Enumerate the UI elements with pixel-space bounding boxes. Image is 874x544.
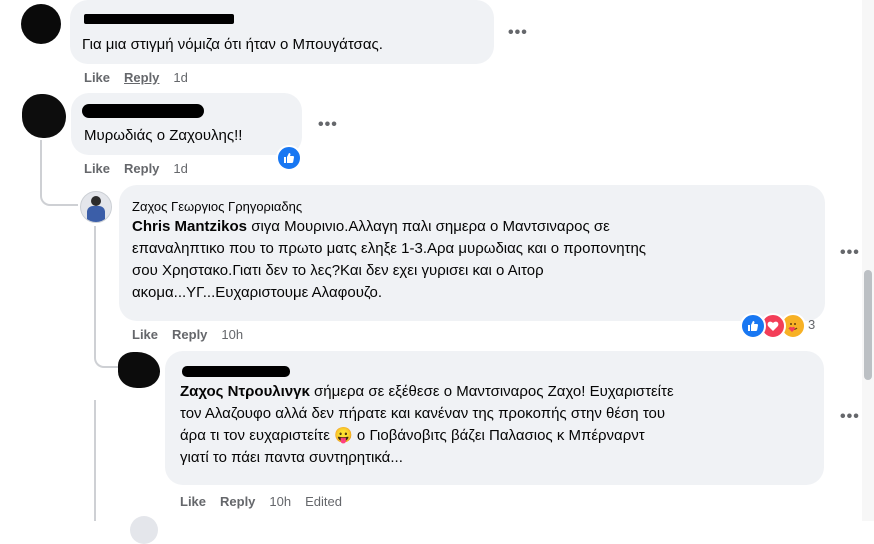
redacted-author-name	[82, 104, 204, 118]
comment-actions: Like Reply 10h	[132, 327, 257, 342]
like-button[interactable]: Like	[132, 327, 158, 342]
timestamp[interactable]: 10h	[269, 494, 291, 509]
comment-text-line: επαναληπτικο που το πρωτο ματς εληξε 1-3…	[132, 240, 647, 257]
tongue-emoji: 😛	[334, 427, 353, 444]
avatar[interactable]	[80, 191, 112, 223]
reply-button[interactable]: Reply	[124, 161, 159, 176]
timestamp[interactable]: 1d	[173, 70, 187, 85]
comment-text-line: άρα τι τον ευχαριστείτε	[180, 427, 330, 444]
thread-line	[94, 400, 96, 521]
reply-button[interactable]: Reply	[124, 70, 159, 85]
timestamp[interactable]: 1d	[173, 161, 187, 176]
more-options-button[interactable]: •••	[508, 24, 528, 42]
scrollbar-track[interactable]	[862, 0, 874, 521]
thread-line	[40, 140, 78, 206]
comment-text: Μυρωδιάς ο Ζαχουλης!!	[84, 127, 243, 144]
comment-text-line: τον Αλαζουφο αλλά δεν πήρατε και κανέναν…	[180, 405, 666, 422]
avatar[interactable]	[118, 352, 160, 388]
comment-author[interactable]: Ζαχος Γεωργιος Γρηγοριαδης	[132, 199, 302, 214]
comment-text-line: ο Γιοβάνοβιτς βάζει Παλασιος κ Μπέρναρντ	[352, 427, 645, 444]
avatar[interactable]	[22, 94, 66, 138]
comment-actions: Like Reply 1d	[84, 161, 202, 176]
scrollbar-thumb[interactable]	[864, 270, 872, 380]
reaction-count: 3	[808, 317, 816, 332]
like-reaction-icon	[740, 313, 766, 339]
like-button[interactable]: Like	[84, 70, 110, 85]
more-options-button[interactable]: •••	[840, 408, 860, 426]
reply-button[interactable]: Reply	[172, 327, 207, 342]
redacted-author-name	[84, 14, 234, 24]
thread-line	[94, 226, 122, 368]
more-options-button[interactable]: •••	[840, 244, 860, 262]
comment-text: Chris Mantzikos σιγα Μουρινιο.Αλλαγη παλ…	[132, 216, 822, 304]
comment-text: Ζαχος Ντρουλινγκ σήμερα σε εξέθεσε ο Μαν…	[180, 381, 820, 469]
comment-text-line: ακομα...ΥΓ...Ευχαριστουμε Αλαφουζο.	[132, 284, 383, 301]
like-button[interactable]: Like	[180, 494, 206, 509]
comment-text: Για μια στιγμή νόμιζα ότι ήταν ο Μπουγάτ…	[82, 36, 383, 53]
edited-label: Edited	[305, 494, 342, 509]
like-button[interactable]: Like	[84, 161, 110, 176]
like-reaction-icon[interactable]	[276, 145, 302, 171]
more-options-button[interactable]: •••	[318, 116, 338, 134]
redacted-author-name	[182, 366, 290, 377]
mention-link[interactable]: Ζαχος Ντρουλινγκ	[180, 383, 310, 400]
comment-text-line: σιγα Μουρινιο.Αλλαγη παλι σημερα ο Μαντσ…	[247, 218, 610, 235]
comment-text-line: σου Χρηστακο.Γιατι δεν το λες?Και δεν εχ…	[132, 262, 544, 279]
avatar[interactable]	[130, 516, 158, 544]
reply-button[interactable]: Reply	[220, 494, 255, 509]
comment-text-line: γιατί το πάει παντα συντηρητικά...	[180, 449, 403, 466]
timestamp[interactable]: 10h	[221, 327, 243, 342]
comment-text-line: σήμερα σε εξέθεσε ο Μαντσιναρος Ζαχο! Ευ…	[309, 383, 674, 400]
mention-link[interactable]: Chris Mantzikos	[132, 218, 247, 235]
comment-actions: Like Reply 10h Edited	[180, 494, 356, 509]
avatar[interactable]	[21, 4, 61, 44]
comment-actions: Like Reply 1d	[84, 70, 202, 85]
